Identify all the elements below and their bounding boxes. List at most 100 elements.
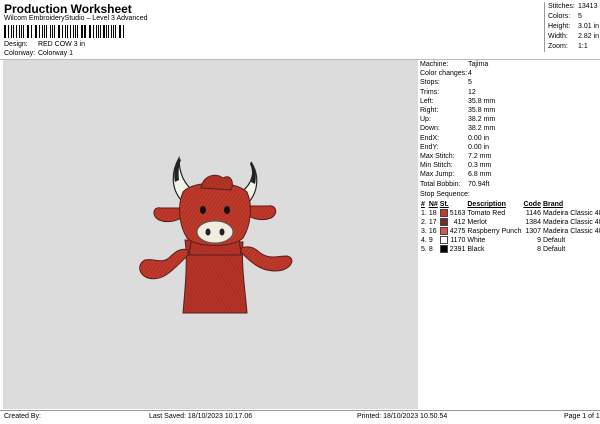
printed-date: Printed: 18/10/2023 10.50.54 bbox=[357, 413, 448, 420]
cell-st: 4275 bbox=[449, 228, 466, 236]
info-label: Right: bbox=[420, 107, 439, 115]
table-row: 5. 8 2391 Black 8 Default bbox=[420, 245, 600, 254]
info-value: 5 bbox=[468, 79, 472, 87]
design-preview bbox=[3, 60, 418, 409]
cell-brand: Madeira Classic 40 bbox=[542, 219, 600, 227]
color-swatch-cell bbox=[439, 209, 449, 218]
barcode-bar bbox=[30, 25, 32, 38]
barcode-bar bbox=[103, 25, 105, 38]
cell-desc: Raspberry Punch bbox=[467, 228, 522, 236]
info-label: Max Stitch: bbox=[420, 153, 455, 161]
stat-value: 1:1 bbox=[578, 43, 588, 50]
cell-code: 1307 bbox=[525, 228, 541, 236]
machine-info-row: Min Stitch: 0.3 mm bbox=[420, 161, 598, 170]
cell-code: 1384 bbox=[525, 219, 541, 227]
color-swatch-cell bbox=[439, 236, 449, 245]
cell-num: 2. bbox=[421, 219, 427, 227]
table-row: 2. 17 412 Merlot 1384 Madeira Classic 40 bbox=[420, 218, 600, 227]
info-value: 70.94ft bbox=[468, 180, 490, 188]
footer: Created By: Last Saved: 18/10/2023 10.17… bbox=[0, 410, 600, 424]
worksheet-page: Production Worksheet Wilcom EmbroiderySt… bbox=[0, 0, 600, 424]
design-row: Design: RED COW 3 in bbox=[4, 41, 85, 48]
info-value: 4 bbox=[468, 70, 472, 78]
machine-info-row: Left: 35.8 mm bbox=[420, 97, 598, 106]
cell-code: 9 bbox=[537, 237, 541, 245]
machine-info-row: Trims: 12 bbox=[420, 88, 598, 97]
table-row: 4. 9 1170 White 9 Default bbox=[420, 236, 600, 245]
info-label: Stops: bbox=[420, 79, 440, 87]
cell-n: 16 bbox=[428, 228, 437, 236]
table-row: 3. 16 4275 Raspberry Punch 1307 Madeira Class… bbox=[420, 227, 600, 236]
cell-brand: Default bbox=[542, 246, 566, 254]
barcode-bar bbox=[57, 25, 59, 38]
cell-st: 5163 bbox=[449, 210, 466, 218]
info-value: 12 bbox=[468, 88, 476, 96]
color-swatch bbox=[439, 218, 448, 227]
stat-row: Height: 3.01 in bbox=[548, 22, 600, 32]
machine-info-row: EndX: 0.00 in bbox=[420, 134, 598, 143]
cell-n: 8 bbox=[428, 246, 433, 254]
column-header: N# bbox=[428, 201, 438, 209]
color-swatch bbox=[439, 209, 448, 218]
info-value: 0.3 mm bbox=[468, 162, 492, 170]
color-swatch bbox=[439, 245, 448, 254]
info-label: Trims: bbox=[420, 88, 440, 96]
info-value: 35.8 mm bbox=[468, 107, 496, 115]
machine-info-row: Right: 35.8 mm bbox=[420, 106, 598, 115]
page-title: Production Worksheet bbox=[4, 2, 132, 16]
cell-n: 18 bbox=[428, 210, 437, 218]
cell-st: 412 bbox=[453, 219, 466, 227]
barcode-bar bbox=[12, 25, 14, 38]
barcode-bar bbox=[49, 25, 51, 38]
cell-code: 1146 bbox=[525, 210, 541, 218]
info-label: Up: bbox=[420, 116, 431, 124]
barcode bbox=[4, 25, 127, 38]
barcode-bar bbox=[89, 25, 91, 38]
cell-code: 8 bbox=[537, 246, 541, 254]
info-value: Tajima bbox=[468, 61, 489, 68]
stat-row: Colors: 5 bbox=[548, 12, 600, 22]
colorway-label: Colorway: bbox=[4, 50, 36, 57]
machine-info-row: Stops: 5 bbox=[420, 78, 598, 87]
info-value: 0.00 in bbox=[468, 143, 490, 151]
stat-label: Stitches: bbox=[548, 3, 575, 10]
stat-label: Width: bbox=[548, 33, 568, 40]
info-label: EndX: bbox=[420, 134, 440, 142]
machine-info-row: Up: 38.2 mm bbox=[420, 115, 598, 124]
stat-value: 13413 bbox=[578, 3, 598, 10]
barcode-bar bbox=[5, 25, 7, 38]
cell-num: 3. bbox=[421, 228, 427, 236]
color-swatch-cell bbox=[439, 227, 449, 236]
info-value: 38.2 mm bbox=[468, 125, 496, 133]
design-stats: Stitches: 13413 Colors: 5 Height: 3.01 in W… bbox=[544, 2, 600, 52]
colorway-row: Colorway: Colorway 1 bbox=[4, 50, 73, 57]
created-by: Created By: bbox=[4, 413, 41, 420]
barcode-bar bbox=[122, 25, 124, 38]
barcode-bar bbox=[84, 25, 86, 38]
barcode-bar bbox=[65, 25, 67, 38]
info-value: 0.00 in bbox=[468, 134, 490, 142]
cow-embroidery-image bbox=[139, 155, 293, 314]
color-swatch-cell bbox=[439, 218, 449, 227]
info-value: 38.2 mm bbox=[468, 116, 496, 124]
barcode-bar bbox=[46, 25, 47, 38]
info-label: Down: bbox=[420, 125, 440, 133]
info-label: Left: bbox=[420, 97, 434, 105]
page-number: Page 1 of 1 bbox=[564, 413, 600, 420]
barcode-bar bbox=[76, 25, 78, 38]
column-header: Description bbox=[467, 201, 506, 209]
info-label: EndY: bbox=[420, 143, 439, 151]
cell-desc: Black bbox=[467, 246, 485, 254]
stat-row: Width: 2.82 in bbox=[548, 32, 600, 42]
info-label: Max Jump: bbox=[420, 171, 455, 179]
machine-info-row: Down: 38.2 mm bbox=[420, 124, 598, 133]
stat-value: 2.82 in bbox=[578, 33, 600, 40]
cell-desc: White bbox=[467, 237, 486, 245]
machine-info-row: Max Stitch: 7.2 mm bbox=[420, 152, 598, 161]
stat-label: Colors: bbox=[548, 13, 571, 20]
color-swatch bbox=[439, 236, 448, 245]
software-name: Wilcom EmbroideryStudio – Level 3 Advanc… bbox=[4, 15, 148, 22]
cell-st: 2391 bbox=[449, 246, 466, 254]
barcode-bar bbox=[38, 25, 40, 38]
machine-info-row: EndY: 0.00 in bbox=[420, 143, 598, 152]
